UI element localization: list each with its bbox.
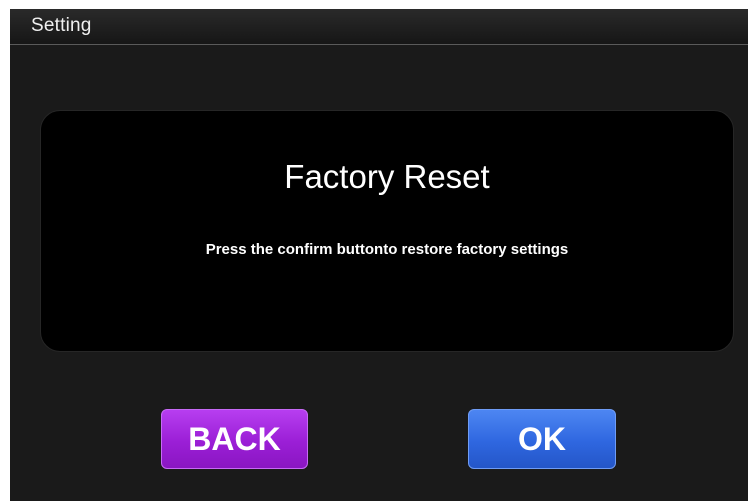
dialog-title: Factory Reset xyxy=(284,158,490,195)
settings-screen: Setting Factory Reset Press the confirm … xyxy=(10,9,748,501)
dialog-message: Press the confirm buttonto restore facto… xyxy=(205,241,569,258)
back-button[interactable]: BACK xyxy=(161,409,308,469)
window-title: Setting xyxy=(31,15,92,36)
ok-button-label: OK xyxy=(518,420,566,457)
title-bar: Setting xyxy=(10,9,748,45)
factory-reset-dialog: Factory Reset Press the confirm buttonto… xyxy=(40,110,734,352)
back-button-label: BACK xyxy=(188,420,281,457)
ok-button[interactable]: OK xyxy=(468,409,616,469)
